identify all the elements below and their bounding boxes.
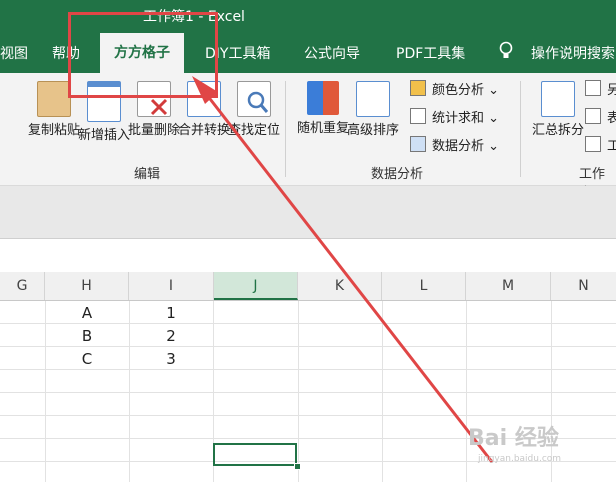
watermark: Bai 经验 bbox=[468, 426, 559, 451]
annotation-arrow bbox=[192, 76, 494, 463]
watermark-url: jingyan.baidu.com bbox=[478, 454, 562, 464]
